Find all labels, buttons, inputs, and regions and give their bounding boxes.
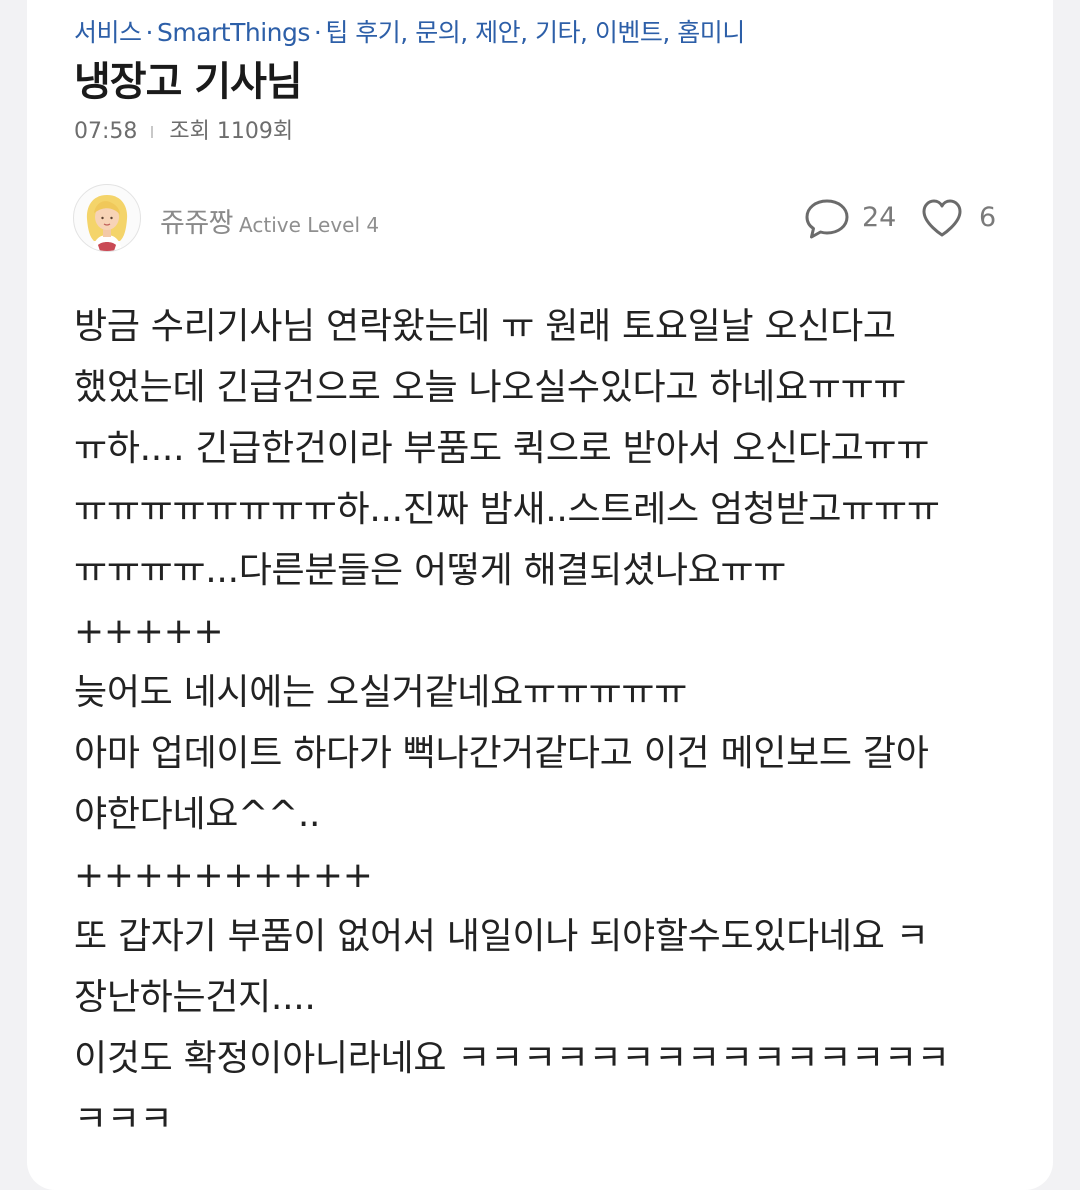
page-title: 냉장고 기사님 <box>74 59 303 105</box>
post-body-line: ++++++++++ <box>74 855 373 896</box>
post-meta: 07:58 조회 1109회 <box>74 116 293 148</box>
author-level: Active Level 4 <box>239 213 380 237</box>
speech-bubble-icon[interactable] <box>804 196 850 242</box>
post-body-line: +++++ <box>74 611 224 652</box>
comment-count: 24 <box>862 202 897 233</box>
woman-avatar-illustration-icon <box>86 195 128 251</box>
post-stats: 24 6 <box>802 196 1002 242</box>
breadcrumb-separator: · <box>145 18 154 47</box>
heart-outline-icon[interactable] <box>920 196 964 240</box>
post-body-line: 장난하는건지.... <box>74 977 316 1018</box>
post-body: 방금 수리기사님 연락왔는데 ㅠ 원래 토요일날 오신다고 했었는데 긴급건으로… <box>74 296 1014 1150</box>
post-time: 07:58 <box>74 119 138 144</box>
breadcrumb-item-service[interactable]: 서비스 <box>74 18 142 47</box>
post-body-line: 아마 업데이트 하다가 뻑나간거같다고 이건 메인보드 갈아 <box>74 733 929 774</box>
post-body-line: ㅠㅠㅠㅠㅠㅠㅠㅠ하...진짜 밤새..스트레스 엄청받고ㅠㅠㅠ <box>74 489 940 530</box>
author-name[interactable]: 쥬쥬짱 <box>160 208 234 239</box>
post-views: 조회 1109회 <box>169 119 294 144</box>
breadcrumb-item-smartthings[interactable]: SmartThings <box>157 18 310 47</box>
breadcrumb-separator: · <box>313 18 322 47</box>
post-body-line: ㅋㅋㅋ <box>74 1099 173 1140</box>
post-body-line: 방금 수리기사님 연락왔는데 ㅠ 원래 토요일날 오신다고 <box>74 306 896 347</box>
post-body-line: 했었는데 긴급건으로 오늘 나오실수있다고 하네요ㅠㅠㅠ <box>74 367 907 408</box>
post-body-line: ㅠ하.... 긴급한건이라 부품도 퀵으로 받아서 오신다고ㅠㅠ <box>74 428 930 469</box>
breadcrumb-item-board[interactable]: 팁 후기, 문의, 제안, 기타, 이벤트, 홈미니 <box>325 18 745 47</box>
post-body-line: 야한다네요^^.. <box>74 794 321 835</box>
post-body-line: ㅠㅠㅠㅠ...다른분들은 어떻게 해결되셨나요ㅠㅠ <box>74 550 787 591</box>
post-body-line: 이것도 확정이아니라네요 ㅋㅋㅋㅋㅋㅋㅋㅋㅋㅋㅋㅋㅋㅋㅋ <box>74 1038 950 1079</box>
avatar[interactable] <box>73 184 141 252</box>
post-body-line: 늦어도 네시에는 오실거같네요ㅠㅠㅠㅠㅠ <box>74 672 688 713</box>
author-info: 쥬쥬짱 Active Level 4 <box>160 201 379 240</box>
like-count: 6 <box>979 202 997 233</box>
breadcrumb: 서비스 · SmartThings · 팁 후기, 문의, 제안, 기타, 이벤트, 홈… <box>74 16 745 50</box>
post-body-line: 또 갑자기 부품이 없어서 내일이나 되야할수도있다네요 ㅋ <box>74 916 929 957</box>
meta-divider <box>151 126 154 138</box>
